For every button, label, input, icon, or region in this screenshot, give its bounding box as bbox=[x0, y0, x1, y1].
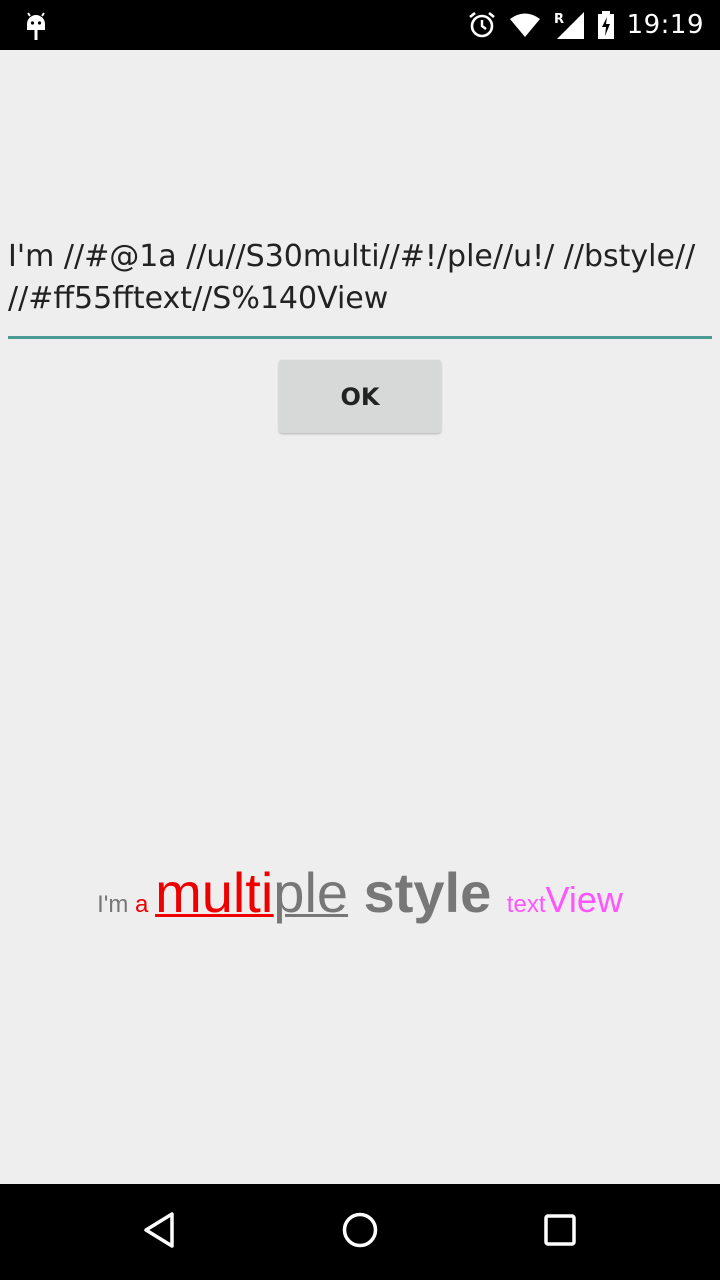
roaming-label: R bbox=[554, 12, 564, 27]
home-icon bbox=[340, 1210, 380, 1254]
text-segment-ple: ple bbox=[273, 861, 349, 924]
recent-apps-icon bbox=[540, 1210, 580, 1254]
status-icons: R 19:19 bbox=[467, 0, 704, 50]
recent-apps-button[interactable] bbox=[536, 1208, 584, 1256]
battery-charging-icon bbox=[597, 10, 615, 40]
markup-input-container: I'm //#@1a //u//S30multi//#!/ple//u!/ //… bbox=[8, 236, 712, 340]
text-segment-multi: multi bbox=[155, 861, 274, 924]
home-button[interactable] bbox=[336, 1208, 384, 1256]
navigation-bar bbox=[0, 1184, 720, 1280]
back-icon bbox=[140, 1210, 180, 1254]
alarm-icon bbox=[467, 10, 497, 40]
text-segment-text: text bbox=[506, 891, 546, 918]
wifi-icon bbox=[509, 12, 541, 38]
status-time: 19:19 bbox=[626, 10, 704, 40]
status-bar: R 19:19 bbox=[0, 0, 720, 50]
markup-input[interactable]: I'm //#@1a //u//S30multi//#!/ple//u!/ //… bbox=[8, 236, 712, 340]
input-underline bbox=[8, 336, 712, 339]
multi-style-text-view: I'm a multi ple style text View bbox=[0, 860, 720, 950]
text-segment-style: style bbox=[348, 861, 507, 924]
android-debug-icon bbox=[24, 10, 48, 42]
signal-roaming-icon: R bbox=[553, 10, 585, 40]
text-segment-im: I'm bbox=[97, 891, 136, 918]
text-segment-view: View bbox=[545, 879, 623, 920]
ok-button[interactable]: OK bbox=[279, 360, 441, 433]
text-segment-a: a bbox=[135, 891, 156, 918]
back-button[interactable] bbox=[136, 1208, 184, 1256]
